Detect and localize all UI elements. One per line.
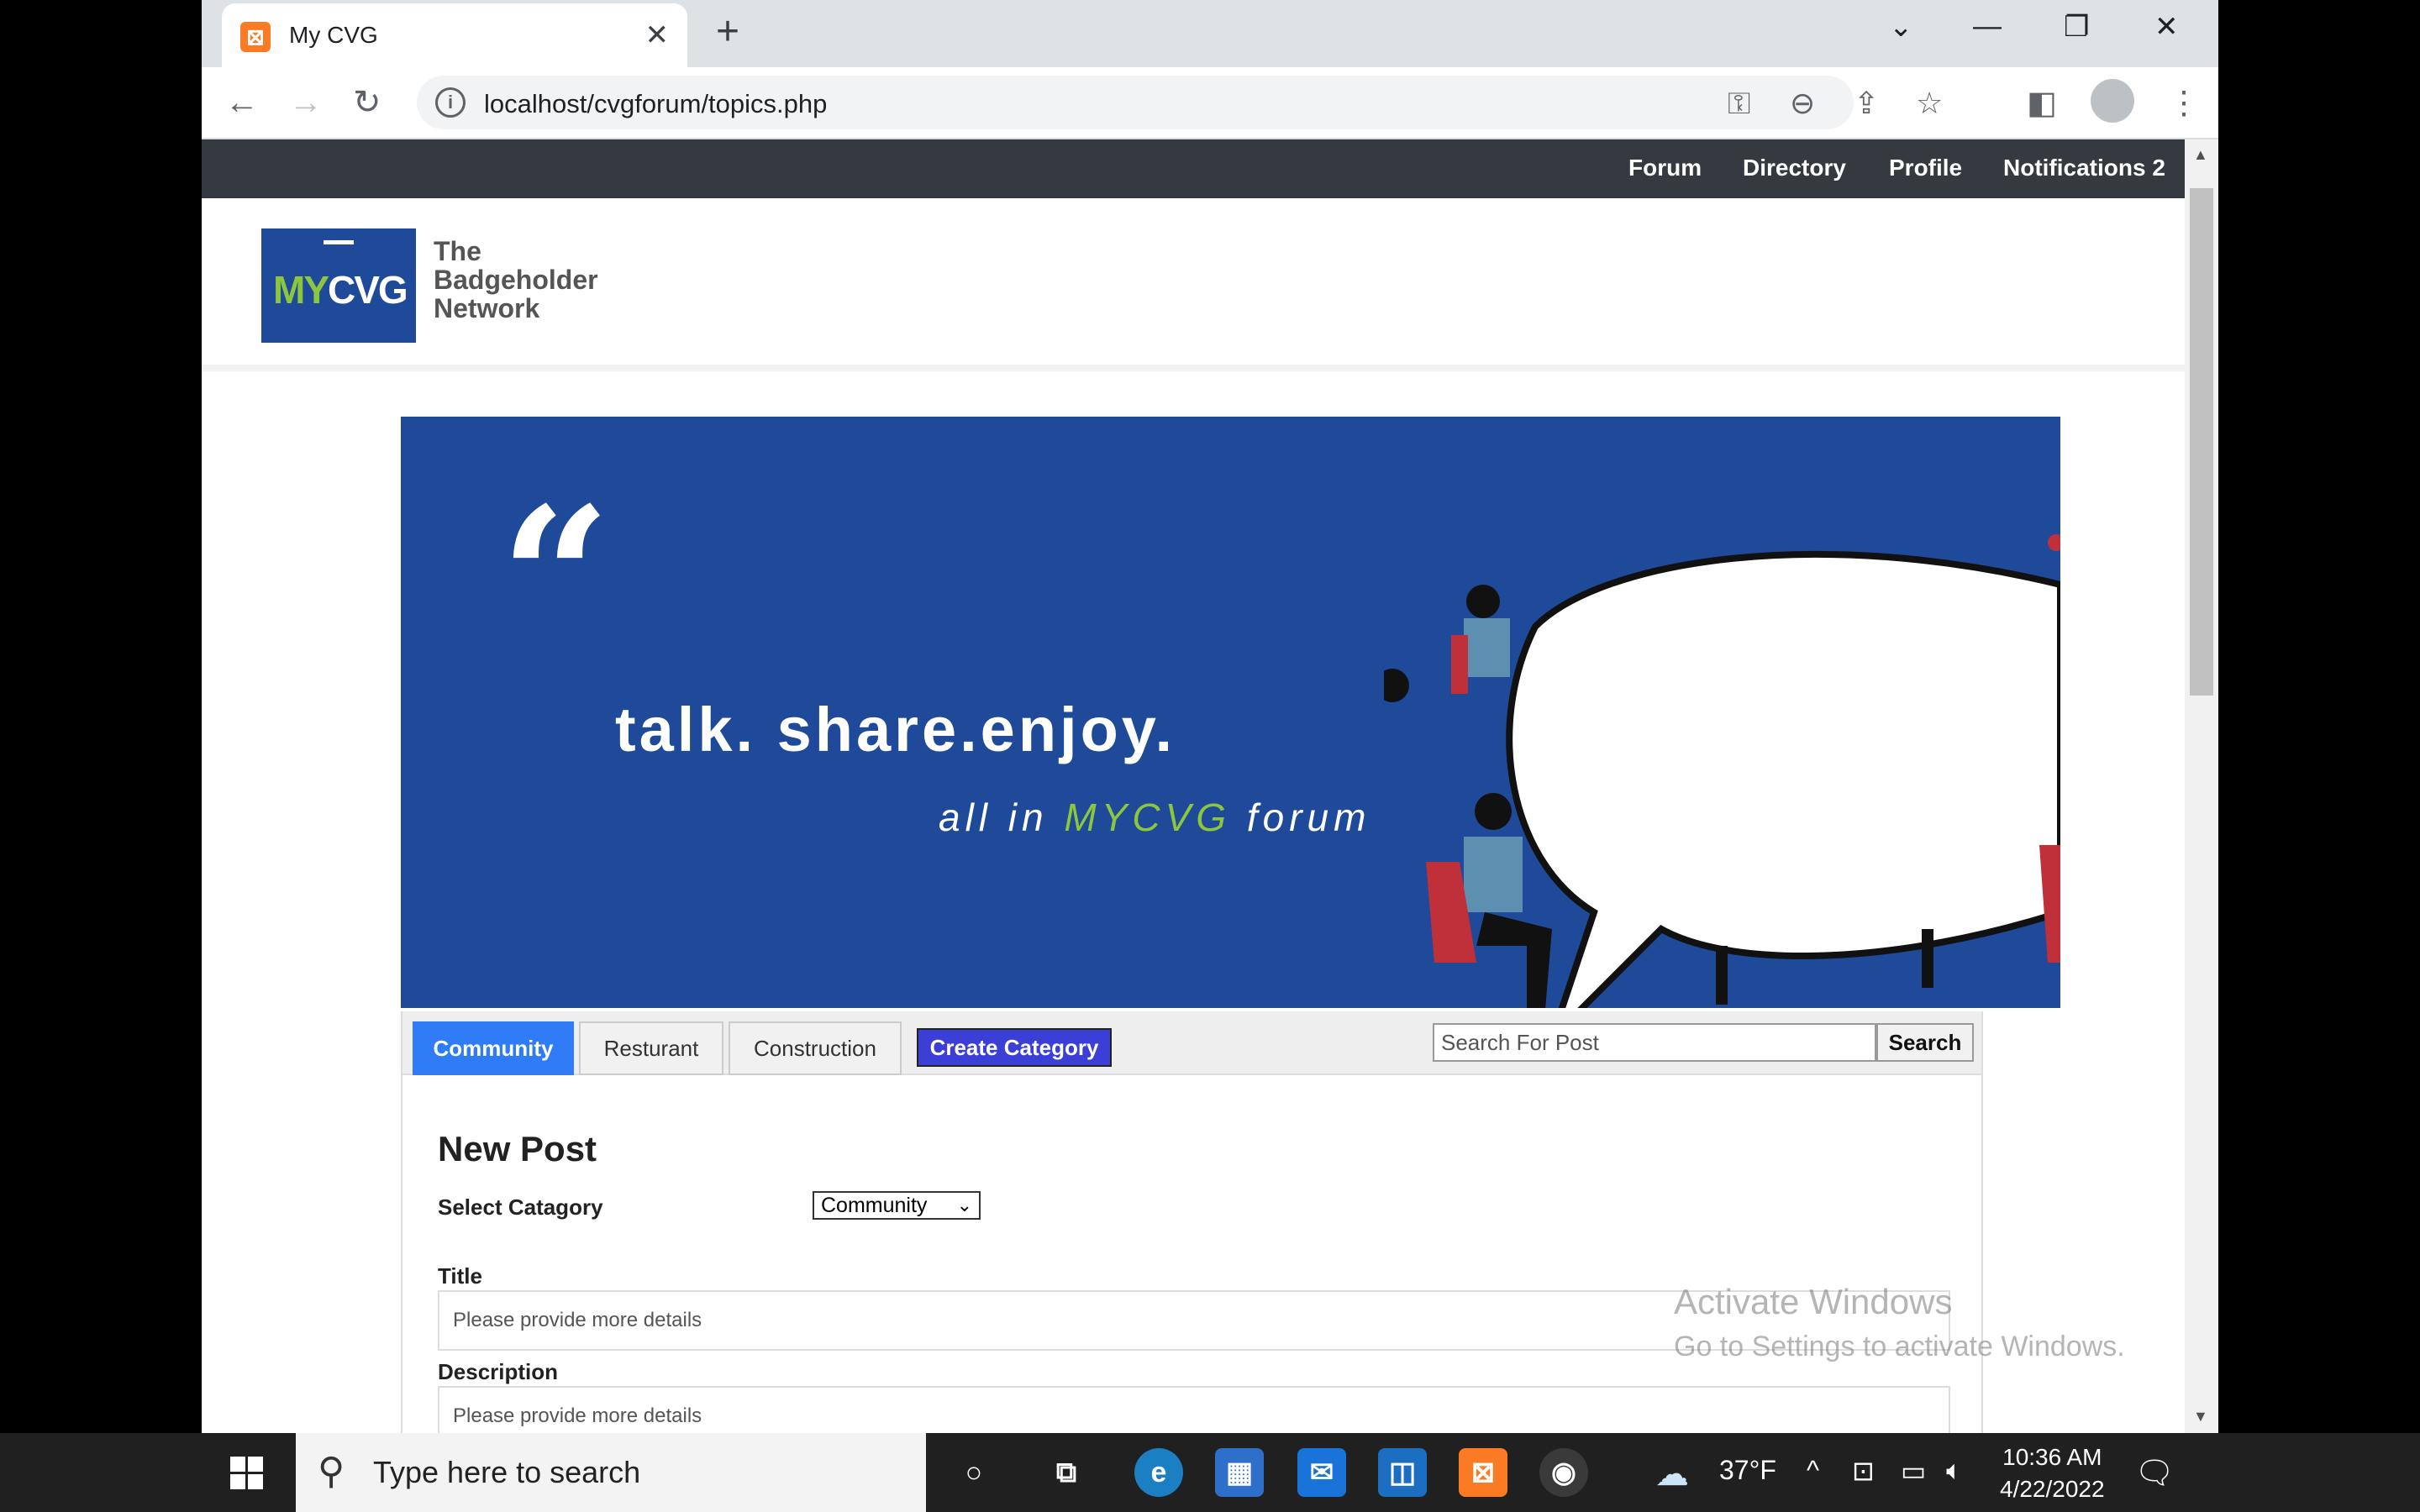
new-tab-icon[interactable]: + bbox=[716, 12, 739, 52]
xampp-icon[interactable]: ⊠ bbox=[1459, 1448, 1507, 1497]
tab-resturant[interactable]: Resturant bbox=[579, 1021, 723, 1075]
site-header: MYCVG The Badgeholder Network bbox=[202, 198, 2185, 371]
task-view-icon[interactable]: ⧉ bbox=[1042, 1448, 1091, 1497]
tagline-line-3: Network bbox=[434, 293, 540, 323]
notification-center-icon[interactable]: 🗨︎ bbox=[2134, 1455, 2175, 1492]
share-icon[interactable]: ⇪ bbox=[1854, 86, 1879, 121]
browser-toolbar: ← → ↻ i localhost/cvgforum/topics.php ⚿ … bbox=[202, 67, 2218, 139]
forward-icon[interactable]: → bbox=[289, 82, 323, 123]
chrome-icon[interactable]: ◉ bbox=[1539, 1448, 1588, 1497]
minimize-icon[interactable]: — bbox=[1973, 10, 2002, 43]
create-category-button[interactable]: Create Category bbox=[917, 1028, 1112, 1067]
windows-start-button[interactable] bbox=[0, 1433, 79, 1512]
back-icon[interactable]: ← bbox=[225, 82, 259, 123]
tab-search-chevron-icon[interactable]: ⌄ bbox=[1889, 10, 1913, 44]
close-window-icon[interactable]: ✕ bbox=[2154, 10, 2179, 44]
tab-strip: ⊠ My CVG ✕ + ⌄ — ❐ ✕ bbox=[202, 0, 2218, 67]
temperature[interactable]: 37°F bbox=[1719, 1455, 1776, 1486]
logo-tagline: The Badgeholder Network bbox=[434, 237, 598, 323]
windows-logo-icon[interactable] bbox=[230, 1457, 264, 1490]
clock-date: 4/22/2022 bbox=[2000, 1476, 2105, 1502]
search-input[interactable]: Search For Post bbox=[1433, 1023, 1876, 1062]
zoom-icon[interactable]: ⊖ bbox=[1790, 86, 1815, 121]
site-top-nav: Forum Directory Profile Notifications 2 bbox=[202, 139, 2185, 198]
tab-community[interactable]: Community bbox=[413, 1021, 574, 1075]
forum-panel: Community Resturant Construction Create … bbox=[401, 1011, 1983, 1433]
url-text[interactable]: localhost/cvgforum/topics.php bbox=[484, 89, 827, 119]
side-panel-icon[interactable]: ◧ bbox=[2027, 84, 2057, 122]
key-icon[interactable]: ⚿ bbox=[1728, 86, 1750, 122]
category-select[interactable]: Community ⌄ bbox=[813, 1191, 981, 1220]
close-tab-icon[interactable]: ✕ bbox=[645, 18, 670, 52]
scroll-up-arrow-icon[interactable]: ▲ bbox=[2193, 146, 2208, 164]
title-label: Title bbox=[438, 1263, 482, 1289]
description-label: Description bbox=[438, 1359, 559, 1384]
windows-logo-icon bbox=[0, 1433, 79, 1512]
tab-title: My CVG bbox=[289, 22, 378, 48]
windows-taskbar: ⚲ Type here to search ○ ⧉ e ▦ ✉ ◫ ⊠ ◉ ☁ … bbox=[0, 1433, 2420, 1512]
app-icon[interactable]: ◫ bbox=[1378, 1448, 1427, 1497]
logo-text: MYCVG bbox=[273, 268, 408, 312]
profile-avatar-icon[interactable] bbox=[2091, 79, 2134, 123]
store-icon[interactable]: ▦ bbox=[1215, 1448, 1264, 1497]
description-input[interactable]: Please provide more details bbox=[438, 1386, 1950, 1433]
forum-banner: “ talk. share.enjoy. all in MYCVG forum bbox=[401, 417, 2060, 1008]
chevron-down-icon: ⌄ bbox=[956, 1194, 972, 1215]
browser-window: ⊠ My CVG ✕ + ⌄ — ❐ ✕ ← → ↻ i localhost/c… bbox=[202, 0, 2218, 1433]
meet-now-icon[interactable]: ⊡ bbox=[1852, 1455, 1875, 1487]
xampp-favicon-icon: ⊠ bbox=[240, 22, 271, 52]
quote-mark: “ bbox=[500, 465, 612, 692]
category-select-value: Community bbox=[821, 1194, 928, 1217]
tagline-line-1: The bbox=[434, 236, 481, 266]
weather-cloud-icon[interactable]: ☁ bbox=[1655, 1455, 1689, 1494]
browser-tab[interactable]: ⊠ My CVG ✕ bbox=[222, 3, 687, 67]
taskbar-search-text: Type here to search bbox=[373, 1455, 641, 1489]
page-scrollbar[interactable]: ▲ ▼ bbox=[2185, 139, 2218, 1433]
bookmark-star-icon[interactable]: ☆ bbox=[1916, 86, 1943, 121]
taskbar-clock[interactable]: 10:36 AM 4/22/2022 bbox=[2000, 1441, 2105, 1505]
volume-icon[interactable]: 🔈︎ bbox=[1946, 1455, 1962, 1487]
logo-bar bbox=[324, 240, 354, 244]
taskbar-search[interactable]: ⚲ Type here to search bbox=[296, 1433, 926, 1512]
page-viewport: Forum Directory Profile Notifications 2 … bbox=[202, 139, 2185, 1433]
new-post-heading: New Post bbox=[438, 1129, 597, 1168]
show-hidden-icons-chevron-icon[interactable]: ^ bbox=[1807, 1455, 1819, 1486]
nav-profile[interactable]: Profile bbox=[1889, 155, 1962, 181]
mycvg-logo[interactable]: MYCVG bbox=[261, 228, 416, 343]
banner-headline: talk. share.enjoy. bbox=[615, 695, 1176, 764]
search-button[interactable]: Search bbox=[1876, 1023, 1974, 1062]
site-info-icon[interactable]: i bbox=[435, 87, 466, 118]
clock-time: 10:36 AM bbox=[2002, 1444, 2102, 1470]
category-tabs: Community Resturant Construction Create … bbox=[402, 1011, 1981, 1075]
menu-kebab-icon[interactable]: ⋮ bbox=[2168, 84, 2200, 122]
scroll-thumb[interactable] bbox=[2190, 188, 2213, 696]
battery-icon[interactable]: ▭ bbox=[1901, 1455, 1926, 1487]
tab-construction[interactable]: Construction bbox=[729, 1021, 902, 1075]
address-bar[interactable]: i localhost/cvgforum/topics.php ⚿ ⊖ ⇪ ☆ bbox=[417, 76, 1943, 129]
reload-icon[interactable]: ↻ bbox=[353, 82, 381, 123]
nav-directory[interactable]: Directory bbox=[1743, 155, 1846, 181]
restore-icon[interactable]: ❐ bbox=[2064, 10, 2089, 44]
cortana-icon[interactable]: ○ bbox=[950, 1448, 998, 1497]
activate-windows-subtitle: Go to Settings to activate Windows. bbox=[1674, 1331, 2125, 1362]
mail-icon[interactable]: ✉ bbox=[1297, 1448, 1346, 1497]
search-icon: ⚲ bbox=[318, 1451, 345, 1492]
banner-subline: all in MYCVG forum bbox=[939, 795, 1371, 839]
scroll-down-arrow-icon[interactable]: ▼ bbox=[2193, 1408, 2208, 1425]
tagline-line-2: Badgeholder bbox=[434, 265, 598, 295]
activate-windows-title: Activate Windows bbox=[1674, 1282, 1953, 1321]
select-category-label: Select Catagory bbox=[438, 1194, 603, 1220]
edge-icon[interactable]: e bbox=[1134, 1448, 1183, 1497]
nav-forum[interactable]: Forum bbox=[1628, 155, 1702, 181]
meeting-table-illustration bbox=[1384, 534, 2060, 1008]
nav-notifications[interactable]: Notifications 2 bbox=[2003, 155, 2165, 181]
